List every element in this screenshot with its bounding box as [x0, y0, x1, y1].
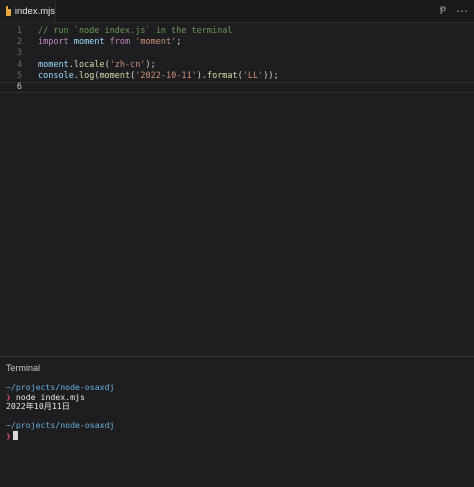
- prompt-arrow-icon: ❯: [6, 430, 11, 441]
- terminal-output-text: 2022年10月11日: [6, 401, 70, 412]
- terminal-path: ~/projects/node-osaxdj: [6, 420, 115, 431]
- code-line[interactable]: 6: [0, 82, 474, 94]
- line-number: 5: [16, 70, 22, 81]
- code-text: // run `node index.js` in the terminal: [38, 26, 232, 37]
- terminal-cursor[interactable]: [12, 430, 18, 440]
- code-text: import moment from 'moment';: [38, 37, 181, 48]
- code-line[interactable]: 5 console.log(moment('2022-10-11').format…: [0, 71, 474, 82]
- code-token: moment: [38, 59, 69, 70]
- code-token: ;: [176, 37, 182, 48]
- code-token: ).: [196, 70, 207, 81]
- code-token: format: [206, 70, 238, 81]
- code-line[interactable]: 3: [0, 48, 474, 59]
- tab-label: index.mjs: [14, 5, 55, 17]
- code-text: console.log(moment('2022-10-11').format(…: [38, 71, 279, 82]
- code-token: log: [78, 70, 95, 81]
- preview-icon[interactable]: Ᵽ: [436, 4, 450, 18]
- code-token: console: [38, 70, 74, 81]
- js-file-icon: [6, 6, 11, 16]
- tab-bar: index.mjs Ᵽ ⋯: [0, 0, 474, 23]
- code-token: // run `node index.js` in the terminal: [38, 26, 233, 36]
- code-token: moment: [99, 70, 131, 81]
- line-number: 4: [16, 59, 22, 70]
- code-token: import: [38, 37, 74, 48]
- terminal-command: node index.mjs: [10, 391, 85, 402]
- terminal-line: ~/projects/node-osaxdj: [6, 421, 466, 431]
- terminal-line: ❯: [6, 430, 466, 441]
- code-token: 'LL': [242, 70, 264, 81]
- code-token: 'moment': [135, 37, 177, 48]
- more-icon[interactable]: ⋯: [455, 4, 469, 18]
- terminal-path: ~/projects/node-osaxdj: [6, 382, 115, 392]
- terminal-line: ❯ node index.mjs: [6, 391, 466, 403]
- code-token: ));: [263, 70, 279, 81]
- code-text: moment.locale('zh-cn');: [38, 60, 156, 71]
- line-number: 1: [16, 26, 22, 36]
- code-editor[interactable]: 1// run `node index.js` in the terminal 2…: [0, 22, 474, 356]
- code-token: locale: [73, 59, 105, 70]
- code-token: moment: [73, 37, 110, 48]
- code-token: '2022-10-11': [135, 70, 197, 81]
- code-token: 'zh-cn': [109, 59, 146, 70]
- tab-index-mjs[interactable]: index.mjs: [0, 0, 56, 22]
- panel-title: Terminal: [6, 363, 41, 373]
- line-number: 6: [16, 82, 22, 92]
- code-line[interactable]: 4 moment.locale('zh-cn');: [0, 60, 474, 71]
- terminal-line: 2022年10月11日: [6, 401, 466, 412]
- code-line[interactable]: 1 // run `node index.js` in the terminal: [0, 26, 474, 37]
- code-token: );: [145, 59, 156, 70]
- line-number: 3: [16, 48, 22, 59]
- code-token: from: [109, 37, 136, 48]
- line-number: 2: [16, 37, 22, 48]
- terminal-panel: Terminal ~/projects/node-osaxdj ❯ node in…: [0, 356, 474, 487]
- code-line[interactable]: 2 import moment from 'moment';: [0, 37, 474, 48]
- terminal-output[interactable]: ~/projects/node-osaxdj ❯ node index.mjs 20…: [6, 382, 466, 441]
